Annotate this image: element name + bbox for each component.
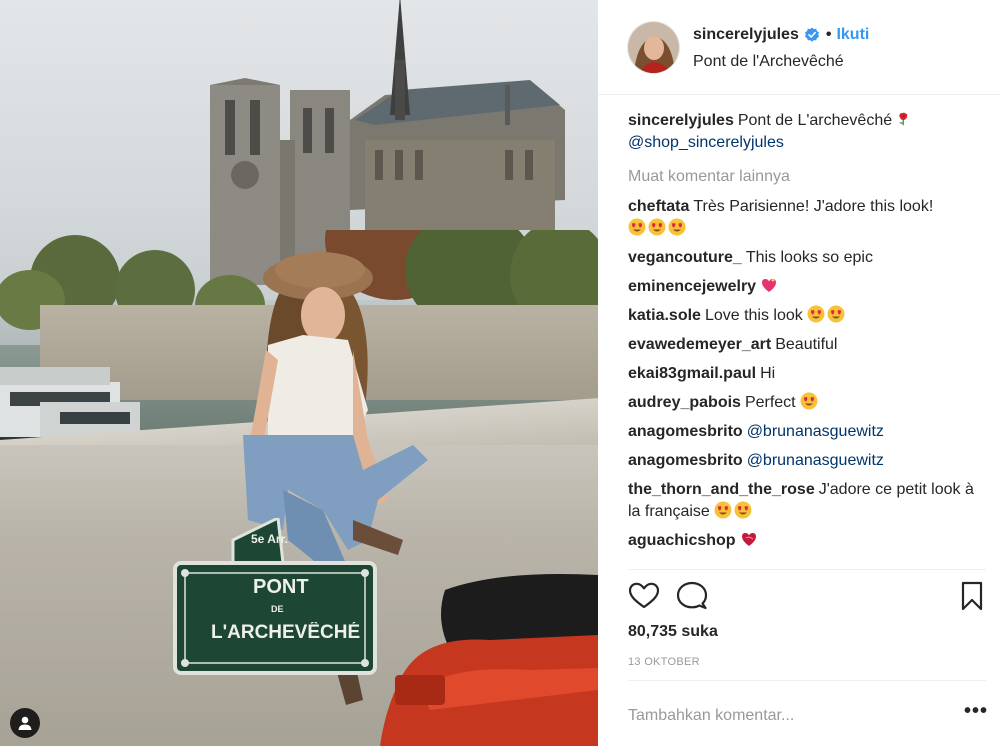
comment-text: Love this look [704,307,803,324]
user-icon [18,716,32,730]
comment-username[interactable]: eminencejewelry [628,278,756,295]
post-caption: sincerelyjules Pont de L'archevêché @shop… [628,110,988,154]
header-separator: • [825,26,832,43]
heart-eyes-emoji-icon [668,218,686,236]
comments-list: sincerelyjules Pont de L'archevêché @shop… [628,110,988,562]
post-photo[interactable]: 5e Arr. PONT DE L'ARCHEVÊCHÉ [0,0,598,746]
comment-row: aguachicshop [628,530,988,552]
follow-button[interactable]: Ikuti [836,26,869,44]
comment-username[interactable]: anagomesbrito [628,452,743,469]
caption-mention-link[interactable]: @shop_sincerelyjules [628,134,784,151]
rose-emoji-icon [898,112,907,126]
heart-eyes-emoji-icon [800,392,818,410]
comment-bubble-icon[interactable] [676,580,708,612]
sign-arrondissement: 5e Arr. [251,532,288,546]
comment-row: vegancouture_ This looks so epic [628,247,988,269]
comment-row: eminencejewelry [628,276,988,298]
heart-eyes-emoji-icon [807,305,825,323]
comment-username[interactable]: cheftata [628,198,689,215]
post-location-link[interactable]: Pont de l'Archevêché [693,53,844,71]
post-date[interactable]: 13 OKTOBER [628,656,700,668]
post-author-username[interactable]: sincerelyjules [693,26,799,44]
sparkling-heart-emoji-icon [762,278,777,292]
heart-eyes-emoji-icon [714,501,732,519]
comment-row: audrey_pabois Perfect [628,392,988,414]
caption-username[interactable]: sincerelyjules [628,112,734,129]
post-actions-bar [628,580,988,614]
more-options-button[interactable]: ••• [964,701,987,724]
scooter-illustration [380,574,598,746]
post-header: sincerelyjules • Ikuti Pont de l'Archevê… [598,0,1000,95]
add-comment-input[interactable] [628,704,928,728]
like-count[interactable]: 80,735 suka [628,623,718,641]
bookmark-icon[interactable] [956,580,988,612]
comment-username[interactable]: evawedemeyer_art [628,336,771,353]
heart-eyes-emoji-icon [827,305,845,323]
comment-mention-link[interactable]: @brunanasguewitz [747,452,884,469]
street-sign: 5e Arr. PONT DE L'ARCHEVÊCHÉ [173,518,383,676]
comment-username[interactable]: vegancouture_ [628,249,742,266]
comment-username[interactable]: anagomesbrito [628,423,743,440]
comment-input-divider [628,680,986,681]
load-more-comments-button[interactable]: Muat komentar lainnya [628,166,988,188]
like-heart-icon[interactable] [628,580,660,612]
caption-text: Pont de L'archevêché [737,112,893,129]
sign-line-archeveche: L'ARCHEVÊCHÉ [211,622,361,643]
comment-row: katia.sole Love this look [628,305,988,327]
verified-badge-icon [804,27,819,42]
comment-row: anagomesbrito @brunanasguewitz [628,421,988,443]
comment-text: Hi [760,365,776,382]
comment-username[interactable]: aguachicshop [628,532,736,549]
comment-username[interactable]: katia.sole [628,307,701,324]
comment-row: cheftata Très Parisienne! J'adore this lo… [628,196,988,240]
sign-line-pont: PONT [253,576,309,598]
comment-row: the_thorn_and_the_rose J'adore ce petit l… [628,479,988,523]
comment-row: evawedemeyer_art Beautiful [628,334,988,356]
comment-text: Perfect [744,394,796,411]
comment-row: anagomesbrito @brunanasguewitz [628,450,988,472]
tagged-users-button[interactable] [10,708,40,738]
heart-exclamation-emoji-icon [741,533,756,546]
comment-username[interactable]: ekai83gmail.paul [628,365,756,382]
comment-username[interactable]: audrey_pabois [628,394,741,411]
comment-mention-link[interactable]: @brunanasguewitz [747,423,884,440]
comment-text: This looks so epic [745,249,873,266]
avatar[interactable] [627,21,680,74]
comment-username[interactable]: the_thorn_and_the_rose [628,481,815,498]
actions-divider [628,569,986,570]
heart-eyes-emoji-icon [734,501,752,519]
heart-eyes-emoji-icon [648,218,666,236]
post-side-panel: sincerelyjules • Ikuti Pont de l'Archevê… [598,0,1000,746]
comment-row: ekai83gmail.paul Hi [628,363,988,385]
comment-text: Très Parisienne! J'adore this look! [693,198,934,215]
sign-line-de: DE [271,604,284,614]
comment-text: Beautiful [775,336,838,353]
heart-eyes-emoji-icon [628,218,646,236]
